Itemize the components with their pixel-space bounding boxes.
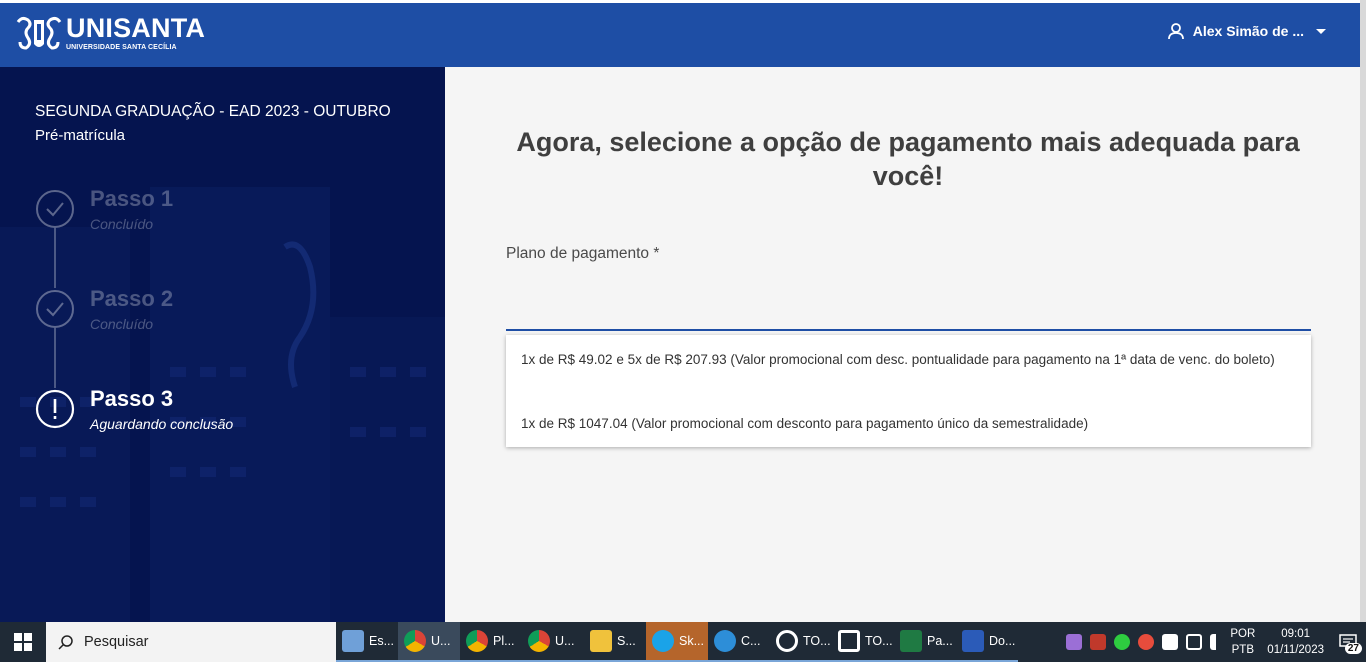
user-icon <box>1167 23 1184 40</box>
start-button[interactable] <box>0 622 46 662</box>
taskbar-app[interactable]: S... <box>584 622 646 662</box>
brand-subtitle: UNIVERSIDADE SANTA CECÍLIA <box>66 44 177 51</box>
totvs-icon <box>838 630 860 652</box>
unisanta-logo[interactable]: UNISANTA UNIVERSIDADE SANTA CECÍLIA <box>14 14 205 52</box>
step-2-title: Passo 2 <box>90 286 174 311</box>
taskbar-app-label: U... <box>431 634 451 648</box>
network-activity-icon[interactable] <box>1090 634 1107 650</box>
search-placeholder: Pesquisar <box>84 634 149 650</box>
taskbar-app-label: U... <box>555 634 575 648</box>
taskbar-app[interactable]: C... <box>708 622 770 662</box>
payment-option-single[interactable]: 1x de R$ 1047.04 (Valor promocional com … <box>521 415 1281 432</box>
exclamation-circle-icon <box>35 389 75 429</box>
chevron-down-icon <box>1316 28 1326 34</box>
top-header: UNISANTA UNIVERSIDADE SANTA CECÍLIA Alex… <box>0 0 1366 67</box>
course-subtitle: Pré-matrícula <box>35 127 126 144</box>
taskbar-app-label: TO... <box>865 634 893 648</box>
snip-icon <box>590 630 612 652</box>
taskbar-app[interactable]: Es... <box>336 622 398 662</box>
taskbar-app-label: TO... <box>803 634 831 648</box>
check-circle-icon <box>36 290 74 328</box>
taskbar-app-label: Do... <box>989 634 1016 648</box>
taskbar-app[interactable]: Do... <box>956 622 1018 662</box>
check-circle-icon <box>36 190 74 228</box>
seahorse-logo-icon <box>16 16 62 50</box>
scrollbar[interactable] <box>1360 0 1366 622</box>
windows-taskbar: Pesquisar Es... U... Pl... U... S... Sk.… <box>0 622 1366 662</box>
chrome-icon <box>404 630 426 652</box>
payment-option-installments[interactable]: 1x de R$ 49.02 e 5x de R$ 207.93 (Valor … <box>521 351 1281 368</box>
excel-icon <box>900 630 922 652</box>
taskbar-app[interactable]: Pa... <box>894 622 956 662</box>
user-name: Alex Simão de ... <box>1192 23 1304 39</box>
header-top-border <box>0 0 1366 3</box>
course-title: SEGUNDA GRADUAÇÃO - EAD 2023 - OUTUBRO <box>35 103 391 120</box>
taskbar-app[interactable]: Pl... <box>460 622 522 662</box>
chrome-icon <box>528 630 550 652</box>
user-menu[interactable]: Alex Simão de ... <box>1167 22 1326 40</box>
skype-icon <box>652 630 674 652</box>
step-connector <box>54 328 56 388</box>
notification-center-button[interactable]: 27 <box>1330 622 1366 662</box>
step-3-status: Aguardando conclusão <box>90 416 234 432</box>
taskbar-search-input[interactable]: Pesquisar <box>46 622 336 662</box>
system-tray: POR PTB 09:01 01/11/2023 27 <box>1062 622 1366 662</box>
payment-content: Agora, selecione a opção de pagamento ma… <box>445 67 1366 622</box>
step-3-title: Passo 3 <box>90 386 174 411</box>
page-title: Agora, selecione a opção de pagamento ma… <box>516 127 1300 191</box>
payment-plan-options: 1x de R$ 49.02 e 5x de R$ 207.93 (Valor … <box>506 335 1311 447</box>
app-window: UNISANTA UNIVERSIDADE SANTA CECÍLIA Alex… <box>0 0 1366 622</box>
step-1-status: Concluído <box>90 216 154 232</box>
taskbar-app-label: Pl... <box>493 634 515 648</box>
search-icon <box>58 635 73 650</box>
taskbar-app[interactable]: Sk... <box>646 622 708 662</box>
clock-date: 01/11/2023 <box>1267 644 1324 656</box>
volume-icon[interactable] <box>1210 634 1220 650</box>
network-icon[interactable] <box>1186 634 1203 650</box>
keyboard-layout: PTB <box>1231 644 1255 656</box>
payment-plan-label: Plano de pagamento * <box>506 245 660 262</box>
shield-check-icon[interactable] <box>1114 634 1131 650</box>
taskbar-app[interactable]: TO... <box>832 622 894 662</box>
steps-sidebar: SEGUNDA GRADUAÇÃO - EAD 2023 - OUTUBRO P… <box>0 67 445 622</box>
taskbar-app-label: C... <box>741 634 761 648</box>
edge-icon <box>714 630 736 652</box>
taskbar-app[interactable]: U... <box>522 622 584 662</box>
word-icon <box>962 630 984 652</box>
input-language[interactable]: POR PTB <box>1230 626 1255 658</box>
step-connector <box>54 228 56 288</box>
language-code: POR <box>1230 628 1256 640</box>
notification-count: 27 <box>1344 643 1362 654</box>
clock[interactable]: 09:01 01/11/2023 <box>1267 626 1324 658</box>
payment-plan-select[interactable] <box>506 272 1311 331</box>
taskbar-app-label: Es... <box>369 634 395 648</box>
security-icon[interactable] <box>1138 634 1155 650</box>
taskbar-app-label: S... <box>617 634 636 648</box>
taskbar-app[interactable]: TO... <box>770 622 832 662</box>
brand-name: UNISANTA <box>66 13 206 43</box>
taskbar-app[interactable]: U... <box>398 622 460 662</box>
windows-icon <box>14 633 32 651</box>
defender-icon[interactable] <box>1162 634 1179 650</box>
step-1-title: Passo 1 <box>90 186 174 211</box>
taskbar-app-label: Sk... <box>679 634 705 648</box>
feather-icon[interactable] <box>1066 634 1083 650</box>
totvs-icon <box>776 630 798 652</box>
building-background-image <box>0 67 445 622</box>
taskbar-app-label: Pa... <box>927 634 953 648</box>
chrome-icon <box>466 630 488 652</box>
laptop-icon <box>342 630 364 652</box>
clock-time: 09:01 <box>1281 628 1311 640</box>
step-2-status: Concluído <box>90 316 154 332</box>
